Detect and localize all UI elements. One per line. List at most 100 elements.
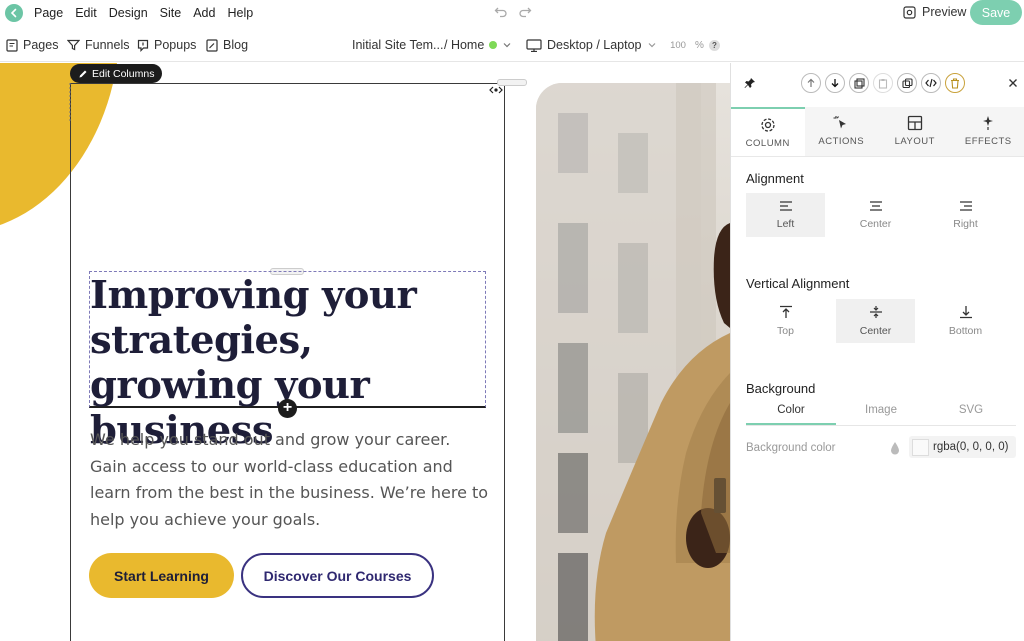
menu-page[interactable]: Page — [34, 6, 63, 20]
alignment-options: Left Center Right — [746, 193, 1016, 237]
color-swatch[interactable] — [912, 438, 929, 456]
column-resize-handle[interactable] — [497, 79, 527, 86]
droplet-icon[interactable] — [889, 441, 901, 456]
paste-button[interactable] — [873, 73, 893, 93]
bg-tab-image[interactable]: Image — [836, 404, 926, 425]
tab-effects[interactable]: EFFECTS — [951, 107, 1024, 156]
background-color-value: rgba(0, 0, 0, 0) — [933, 441, 1009, 453]
blog-button[interactable]: Blog — [206, 38, 248, 52]
back-button[interactable] — [5, 3, 23, 22]
column-resize-arrows[interactable] — [489, 86, 503, 96]
code-button[interactable] — [921, 73, 941, 93]
menu-edit[interactable]: Edit — [75, 6, 97, 20]
pages-button[interactable]: Pages — [6, 38, 58, 52]
zoom-control: 100 % ? — [666, 38, 720, 53]
tab-column[interactable]: COLUMN — [731, 107, 805, 156]
save-button[interactable]: Save — [970, 0, 1022, 25]
page-icon — [6, 38, 18, 52]
tab-effects-label: EFFECTS — [964, 136, 1012, 147]
save-as-block-button[interactable] — [849, 73, 869, 93]
preview-button[interactable]: Preview — [903, 5, 966, 19]
align-right-label: Right — [953, 218, 978, 230]
hero-image[interactable] — [536, 83, 730, 641]
desktop-icon — [526, 38, 542, 52]
tab-column-label: COLUMN — [745, 138, 790, 149]
arrow-down-icon — [831, 79, 839, 88]
menu-site[interactable]: Site — [160, 6, 182, 20]
layout-icon — [907, 115, 922, 131]
valign-bottom-button[interactable]: Bottom — [926, 299, 1005, 343]
cursor-click-icon — [833, 116, 847, 129]
close-panel-button[interactable] — [1008, 75, 1018, 93]
edit-columns-label: Edit Columns — [92, 67, 155, 80]
funnels-label: Funnels — [85, 38, 130, 52]
duplicate-icon — [901, 77, 913, 88]
site-selector[interactable]: Initial Site Tem... — [352, 38, 443, 52]
popups-button[interactable]: Popups — [137, 38, 196, 52]
align-left-button[interactable]: Left — [746, 193, 825, 237]
align-left-label: Left — [776, 218, 795, 230]
menu-design[interactable]: Design — [109, 6, 148, 20]
bg-tab-svg[interactable]: SVG — [926, 404, 1016, 425]
menu-add[interactable]: Add — [193, 6, 215, 20]
zoom-unit: % — [695, 40, 704, 51]
panel-tabs: COLUMN ACTIONS LAYOUT EFFECTS — [731, 107, 1024, 157]
help-icon[interactable]: ? — [708, 40, 720, 51]
move-up-button[interactable] — [801, 73, 821, 93]
blog-label: Blog — [223, 38, 249, 52]
hero-heading[interactable]: Improving your strategies, growing your … — [90, 273, 490, 453]
undo-icon[interactable] — [494, 4, 508, 18]
chevron-down-icon — [503, 43, 511, 48]
zoom-input[interactable]: 100 — [666, 38, 690, 53]
alignment-title: Alignment — [746, 171, 804, 186]
hero-paragraph[interactable]: We help you stand out and grow your care… — [90, 427, 490, 533]
align-center-button[interactable]: Center — [836, 193, 915, 237]
valign-center-button[interactable]: Center — [836, 299, 915, 343]
tab-actions[interactable]: ACTIONS — [804, 107, 878, 156]
toolbar: Pages Funnels Popups Blog Initial Site T… — [0, 30, 1024, 62]
add-element-button[interactable]: + — [278, 399, 297, 418]
site-name: Initial Site Tem... — [352, 38, 444, 52]
redo-icon[interactable] — [518, 4, 532, 18]
background-title: Background — [746, 381, 816, 396]
funnels-button[interactable]: Funnels — [67, 38, 129, 52]
edit-columns-button[interactable]: Edit Columns — [70, 64, 163, 83]
menu-help[interactable]: Help — [227, 6, 253, 20]
pages-label: Pages — [23, 38, 59, 52]
align-left-icon — [779, 201, 792, 211]
tab-layout-label: LAYOUT — [894, 136, 935, 147]
discover-courses-button[interactable]: Discover Our Courses — [241, 553, 434, 598]
page-selector[interactable]: / Home — [444, 38, 512, 52]
chevron-left-icon — [10, 8, 17, 17]
arrow-up-icon — [807, 78, 815, 87]
start-learning-button[interactable]: Start Learning — [89, 553, 234, 598]
vertical-alignment-options: Top Center Bottom — [746, 299, 1016, 343]
align-right-button[interactable]: Right — [926, 193, 1005, 237]
bg-tab-color[interactable]: Color — [746, 404, 836, 425]
sparkle-icon — [983, 116, 994, 130]
device-label: Desktop / Laptop — [547, 38, 642, 52]
funnel-icon — [67, 39, 80, 51]
valign-top-button[interactable]: Top — [746, 299, 825, 343]
hero-photo-illustration — [536, 83, 730, 641]
undo-redo-group — [494, 4, 532, 18]
device-selector[interactable]: Desktop / Laptop — [526, 38, 657, 52]
tab-layout[interactable]: LAYOUT — [878, 107, 952, 156]
popups-label: Popups — [154, 38, 197, 52]
column-guide — [69, 83, 71, 123]
blog-icon — [206, 38, 218, 52]
duplicate-button[interactable] — [897, 73, 917, 93]
align-center-label: Center — [859, 218, 892, 230]
align-right-icon — [959, 201, 972, 211]
panel-header — [731, 63, 1024, 107]
vertical-alignment-title: Vertical Alignment — [746, 276, 850, 291]
align-bottom-icon — [959, 306, 972, 319]
delete-button[interactable] — [945, 73, 965, 93]
align-middle-icon — [869, 306, 882, 318]
background-tabs: Color Image SVG — [746, 404, 1016, 426]
pin-icon[interactable] — [744, 77, 756, 89]
background-color-input[interactable]: rgba(0, 0, 0, 0) — [909, 436, 1016, 458]
move-down-button[interactable] — [825, 73, 845, 93]
valign-bottom-label: Bottom — [948, 325, 983, 337]
code-icon — [925, 78, 937, 88]
